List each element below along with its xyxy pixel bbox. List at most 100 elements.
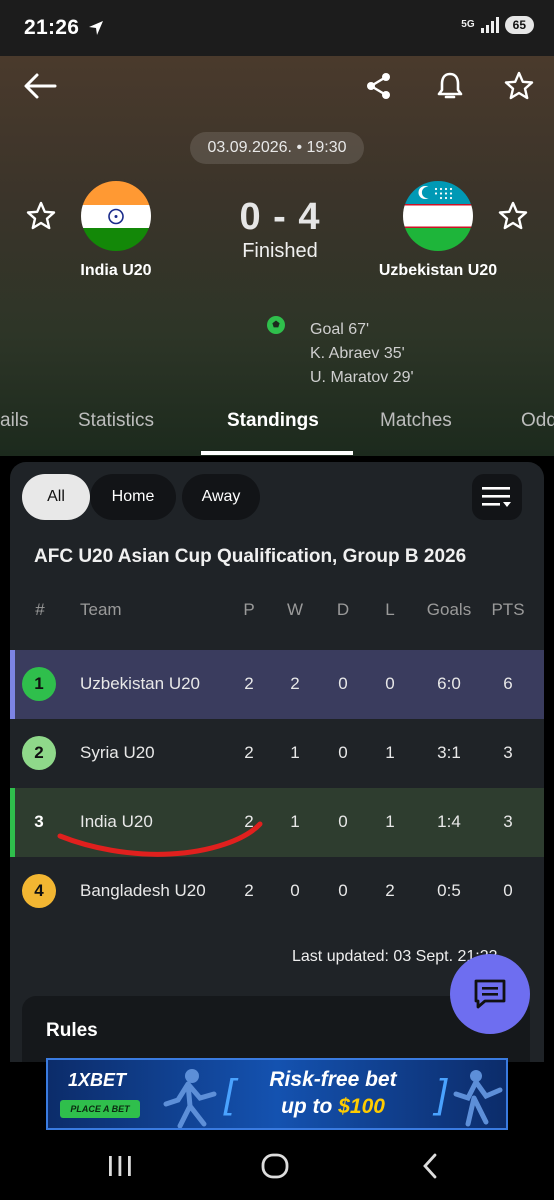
favorite-home-team-button[interactable]: [19, 194, 63, 238]
team-name: India U20: [80, 812, 153, 831]
star-icon: [504, 71, 534, 100]
signal-icon: [480, 17, 499, 33]
back-arrow-icon: [24, 73, 57, 99]
goal-events: Goal 67' K. Abraev 35' U. Maratov 29': [310, 318, 414, 390]
points: 3: [503, 812, 513, 831]
lost: 2: [385, 881, 395, 900]
home-icon: [261, 1153, 289, 1179]
ad-banner[interactable]: 1XBET PLACE A BET [ Risk-free bet up to …: [46, 1058, 508, 1130]
position-badge: 4: [22, 874, 56, 908]
col-rank: #: [35, 600, 45, 619]
notification-button[interactable]: [428, 64, 472, 108]
tab-matches[interactable]: Matches: [380, 410, 452, 432]
status-indicators: 5G 65: [461, 16, 534, 34]
back-nav-button[interactable]: [408, 1150, 452, 1182]
tab-standings[interactable]: Standings: [227, 410, 319, 432]
match-header: 03.09.2026. • 19:30 India U20 0 - 4 Fini…: [0, 56, 554, 456]
favorite-match-button[interactable]: [497, 64, 541, 108]
col-draw: D: [336, 600, 350, 619]
navigation-arrow-icon: [89, 21, 103, 35]
football-icon: [267, 316, 285, 334]
won: 0: [290, 881, 300, 900]
back-button[interactable]: [18, 64, 62, 108]
player-silhouette-icon: [163, 1069, 217, 1128]
status-time: 21:26: [24, 16, 80, 39]
tab-details[interactable]: ails: [0, 410, 29, 432]
share-icon: [367, 73, 390, 99]
battery-indicator: 65: [504, 16, 534, 34]
ad-line-2-prefix: up to: [281, 1095, 339, 1118]
table-row[interactable]: 2 Syria U20 2 1 0 1 3:1 3: [10, 719, 544, 788]
home-button[interactable]: [253, 1150, 297, 1182]
active-tab-indicator: [201, 451, 353, 455]
competition-title: AFC U20 Asian Cup Qualification, Group B…: [34, 546, 467, 567]
goals: 1:4: [437, 812, 461, 831]
event-line: K. Abraev 35': [310, 345, 405, 362]
network-type: 5G: [461, 19, 475, 30]
ad-line-1: Risk-free bet: [269, 1068, 397, 1091]
goals: 3:1: [437, 743, 461, 762]
filter-away[interactable]: Away: [182, 474, 260, 520]
col-team: Team: [80, 600, 122, 619]
player-silhouette-icon: [453, 1070, 503, 1127]
event-line: Goal 67': [310, 321, 370, 338]
position-badge: 3: [34, 812, 44, 831]
away-team-name[interactable]: Uzbekistan U20: [366, 262, 510, 280]
draw: 0: [338, 812, 348, 831]
col-goals: Goals: [426, 600, 472, 619]
ad-headline: Risk-free bet up to $100: [238, 1066, 428, 1120]
home-team-name[interactable]: India U20: [66, 262, 166, 280]
tab-odds[interactable]: Odd: [521, 410, 554, 432]
goals: 0:5: [437, 881, 461, 900]
status-bar: 21:26 5G 65: [0, 0, 554, 56]
ad-line-2: up to $100: [238, 1093, 428, 1120]
sort-menu-icon: [482, 487, 511, 507]
points: 3: [503, 743, 513, 762]
bracket-left-icon: [: [224, 1072, 236, 1116]
team-name: Uzbekistan U20: [80, 674, 201, 693]
table-header: # Team P W D L Goals PTS: [10, 600, 544, 630]
won: 1: [290, 743, 300, 762]
lost: 1: [385, 812, 395, 831]
won: 1: [290, 812, 300, 831]
played: 2: [244, 812, 254, 831]
system-nav-bar: [0, 1132, 554, 1200]
draw: 0: [338, 743, 348, 762]
recent-apps-button[interactable]: [98, 1150, 142, 1182]
tab-statistics[interactable]: Statistics: [78, 410, 154, 432]
table-row[interactable]: 4 Bangladesh U20 2 0 0 2 0:5 0: [10, 857, 544, 926]
position-badge: 1: [22, 667, 56, 701]
favorite-away-team-button[interactable]: [491, 194, 535, 238]
match-tabs: ails Statistics Standings Matches Odd: [0, 400, 554, 456]
team-name: Bangladesh U20: [80, 881, 206, 900]
match-status: Finished: [242, 240, 318, 262]
back-chevron-icon: [423, 1153, 437, 1179]
points: 0: [503, 881, 513, 900]
share-button[interactable]: [357, 64, 401, 108]
event-line: U. Maratov 29': [310, 369, 414, 386]
table-row[interactable]: 3 India U20 2 1 0 1 1:4 3: [10, 788, 544, 857]
played: 2: [244, 743, 254, 762]
filter-home[interactable]: Home: [90, 474, 176, 520]
team-name: Syria U20: [80, 743, 155, 762]
filter-all[interactable]: All: [22, 474, 90, 520]
table-row[interactable]: 1 Uzbekistan U20 2 2 0 0 6:0 6: [10, 650, 544, 719]
match-score: 0 - 4: [239, 196, 321, 238]
uzbekistan-flag-icon[interactable]: [403, 181, 473, 251]
ad-cta-button[interactable]: PLACE A BET: [60, 1100, 140, 1118]
india-flag-icon[interactable]: [81, 181, 151, 251]
chat-icon: [474, 979, 506, 1009]
recent-apps-icon: [109, 1156, 131, 1176]
col-won: W: [286, 600, 304, 619]
star-icon: [498, 201, 528, 230]
lost: 1: [385, 743, 395, 762]
ad-amount: $100: [338, 1095, 385, 1118]
chat-button[interactable]: [450, 954, 530, 1034]
won: 2: [290, 674, 300, 693]
goals: 6:0: [437, 674, 461, 693]
ad-brand: 1XBET: [68, 1070, 127, 1090]
bell-icon: [437, 72, 463, 99]
draw: 0: [338, 881, 348, 900]
star-icon: [26, 201, 56, 230]
sort-button[interactable]: [472, 474, 522, 520]
